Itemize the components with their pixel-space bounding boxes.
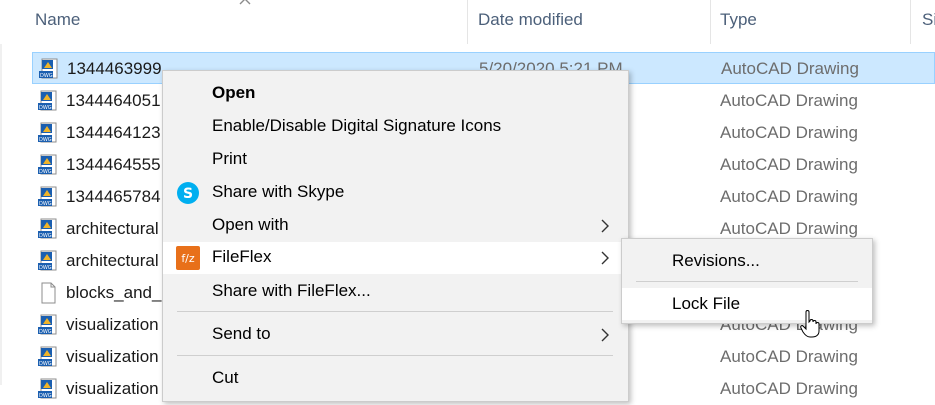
file-name: 1344465784 [66,187,161,206]
chevron-right-icon [601,219,609,233]
svg-text:DWG: DWG [39,361,52,367]
mouse-cursor-icon [800,310,820,338]
file-name: architectural [66,219,159,238]
menu-item-label: Enable/Disable Digital Signature Icons [212,116,502,135]
menu-item-open[interactable]: Open [163,78,628,110]
dwg-file-icon: DWG [38,314,57,335]
column-separator[interactable] [910,0,911,44]
file-type: AutoCAD Drawing [720,123,858,142]
menu-separator [177,355,613,356]
file-name: blocks_and_ [66,283,162,302]
file-type: AutoCAD Drawing [720,347,858,366]
sort-ascending-icon [239,0,251,5]
menu-separator [636,281,858,282]
fileflex-submenu: Revisions... Lock File [621,238,873,324]
dwg-file-icon: DWG [38,378,57,399]
file-type: AutoCAD Drawing [720,379,858,398]
menu-item-fileflex[interactable]: f/z FileFlex [163,242,628,274]
dwg-file-icon: DWG [38,90,57,111]
menu-item-label: Open [212,83,256,102]
file-type: AutoCAD Drawing [720,219,858,238]
menu-item-label: FileFlex [212,247,272,266]
svg-text:DWG: DWG [39,201,52,207]
menu-item-label: Share with FileFlex... [212,281,371,300]
menu-item-label: Print [212,149,247,168]
fileflex-icon: f/z [176,246,200,270]
menu-item-share-fileflex[interactable]: Share with FileFlex... [163,276,628,308]
submenu-item-revisions[interactable]: Revisions... [622,245,872,277]
column-header-bar: Name Date modified Type Si [0,0,935,44]
pane-edge [0,44,2,385]
submenu-item-lock-file[interactable]: Lock File [622,288,872,320]
column-separator[interactable] [710,0,711,44]
blank-file-icon [41,282,56,304]
menu-separator [177,311,613,312]
dwg-file-icon: DWG [39,58,58,79]
column-header-type[interactable]: Type [720,10,757,30]
file-type: AutoCAD Drawing [720,91,858,110]
svg-text:S: S [183,186,193,202]
svg-text:DWG: DWG [39,137,52,143]
file-name: visualization [66,347,159,366]
file-type: AutoCAD Drawing [721,59,859,78]
file-name: visualization [66,315,159,334]
file-name: 1344464123 [66,123,161,142]
dwg-file-icon: DWG [38,250,57,271]
file-type: AutoCAD Drawing [720,155,858,174]
svg-text:DWG: DWG [39,393,52,399]
submenu-item-label: Revisions... [672,251,760,270]
chevron-right-icon [601,328,609,342]
file-name: 1344464051 [66,91,161,110]
dwg-file-icon: DWG [38,218,57,239]
menu-item-label: Open with [212,215,289,234]
svg-text:DWG: DWG [39,265,52,271]
svg-text:f/z: f/z [181,252,195,265]
file-name: visualization [66,379,159,398]
file-type: AutoCAD Drawing [720,187,858,206]
menu-item-label: Share with Skype [212,182,345,201]
svg-text:DWG: DWG [40,73,53,79]
column-header-size[interactable]: Si [922,10,935,30]
menu-item-cut[interactable]: Cut [163,363,628,395]
dwg-file-icon: DWG [38,186,57,207]
menu-item-open-with[interactable]: Open with [163,210,628,242]
menu-item-share-skype[interactable]: S Share with Skype [163,177,628,209]
svg-text:DWG: DWG [39,105,52,111]
menu-item-digital-signature[interactable]: Enable/Disable Digital Signature Icons [163,111,628,143]
dwg-file-icon: DWG [38,154,57,175]
column-header-date[interactable]: Date modified [478,10,583,30]
file-name: 1344464555 [66,155,161,174]
svg-text:DWG: DWG [39,169,52,175]
submenu-item-label: Lock File [672,294,741,313]
file-name: 1344463999 [67,59,162,78]
menu-item-label: Send to [212,324,271,343]
file-name: architectural [66,251,159,270]
column-header-name[interactable]: Name [35,10,80,30]
skype-icon: S [177,182,199,204]
column-separator[interactable] [467,0,468,44]
svg-text:DWG: DWG [39,233,52,239]
dwg-file-icon: DWG [38,122,57,143]
menu-item-send-to[interactable]: Send to [163,319,628,351]
context-menu: Open Enable/Disable Digital Signature Ic… [162,70,629,402]
chevron-right-icon [601,251,609,265]
menu-item-label: Cut [212,368,239,387]
dwg-file-icon: DWG [38,346,57,367]
menu-item-print[interactable]: Print [163,144,628,176]
svg-text:DWG: DWG [39,329,52,335]
